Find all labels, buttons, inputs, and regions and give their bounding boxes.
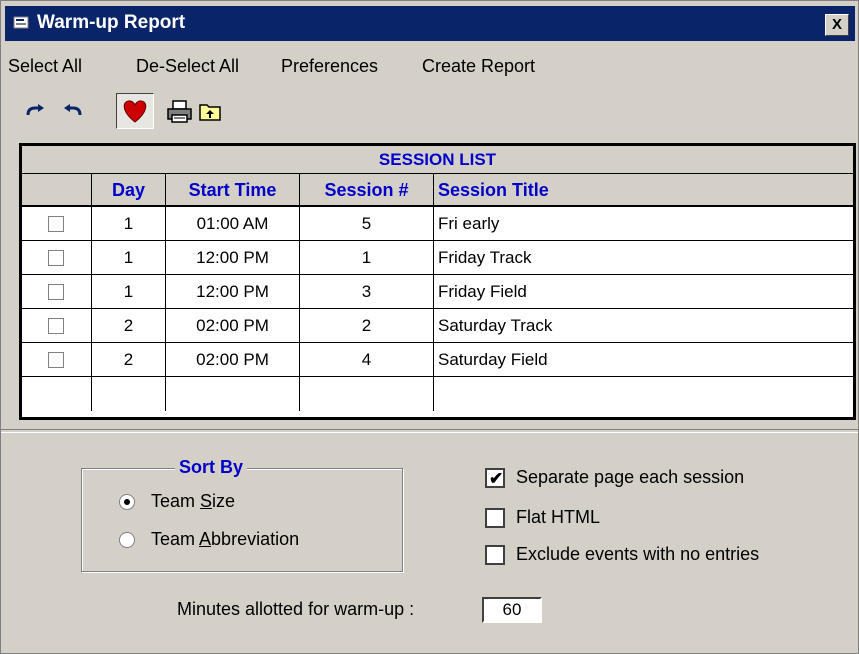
print-icon <box>167 100 192 123</box>
separate-page-label[interactable]: Separate page each session <box>516 467 744 488</box>
cell-session-number: 2 <box>300 309 434 343</box>
cell-start-time: 12:00 PM <box>166 241 300 275</box>
row-checkbox[interactable] <box>48 216 64 232</box>
cell-session-number: 5 <box>300 207 434 241</box>
cell-session-number: 1 <box>300 241 434 275</box>
header-start-time[interactable]: Start Time <box>166 174 300 207</box>
cell-day: 2 <box>92 343 166 377</box>
exclude-empty-label[interactable]: Exclude events with no entries <box>516 544 759 565</box>
exclude-empty-checkbox[interactable] <box>485 545 505 565</box>
print-button[interactable] <box>163 93 195 129</box>
undo-icon <box>64 104 82 116</box>
cell-session-title: Saturday Field <box>434 343 853 377</box>
radio-team-size-label[interactable]: Team Size <box>151 491 235 512</box>
redo-button[interactable] <box>21 93 53 129</box>
minutes-label: Minutes allotted for warm-up : <box>177 599 415 619</box>
window-title: Warm-up Report <box>37 12 186 33</box>
warmup-report-window: Warm-up Report X Select All De-Select Al… <box>0 0 859 654</box>
radio-team-size[interactable] <box>119 494 135 510</box>
separate-page-checkbox[interactable]: ✔ <box>485 468 505 488</box>
row-checkbox[interactable] <box>48 318 64 334</box>
undo-button[interactable] <box>55 93 87 129</box>
empty-row-cell[interactable] <box>92 377 166 411</box>
heart-icon <box>123 100 147 123</box>
cell-start-time: 12:00 PM <box>166 275 300 309</box>
cell-day: 1 <box>92 207 166 241</box>
header-session-number[interactable]: Session # <box>300 174 434 207</box>
menu-select-all[interactable]: Select All <box>8 56 82 77</box>
sort-by-group <box>81 468 403 572</box>
check-mark-icon: ✔ <box>489 469 504 488</box>
header-session-title[interactable]: Session Title <box>434 174 853 207</box>
session-list-title: SESSION LIST <box>22 146 853 174</box>
menu-create-report[interactable]: Create Report <box>422 56 535 77</box>
empty-row-cell[interactable] <box>434 377 853 411</box>
empty-row-cell[interactable] <box>22 377 92 411</box>
table-row-select[interactable] <box>22 241 92 275</box>
cell-day: 1 <box>92 241 166 275</box>
folder-up-icon <box>199 104 221 121</box>
menu-preferences[interactable]: Preferences <box>281 56 378 77</box>
cell-session-title: Saturday Track <box>434 309 853 343</box>
window-icon <box>13 16 29 29</box>
radio-selected-dot <box>124 499 130 505</box>
cell-session-title: Friday Field <box>434 275 853 309</box>
table-row-select[interactable] <box>22 343 92 377</box>
close-button[interactable]: X <box>825 14 849 36</box>
cell-day: 2 <box>92 309 166 343</box>
sort-by-title: Sort By <box>175 457 248 478</box>
cell-session-title: Fri early <box>434 207 853 241</box>
radio-team-abbreviation-label[interactable]: Team Abbreviation <box>151 529 299 550</box>
minutes-input[interactable]: 60 <box>482 597 542 623</box>
cell-session-number: 4 <box>300 343 434 377</box>
row-checkbox[interactable] <box>48 250 64 266</box>
cell-start-time: 02:00 PM <box>166 309 300 343</box>
cell-session-title: Friday Track <box>434 241 853 275</box>
header-day[interactable]: Day <box>92 174 166 207</box>
flat-html-checkbox[interactable] <box>485 508 505 528</box>
table-row-select[interactable] <box>22 309 92 343</box>
favorite-button[interactable] <box>116 93 154 129</box>
folder-up-button[interactable] <box>195 93 227 129</box>
flat-html-label[interactable]: Flat HTML <box>516 507 600 528</box>
row-checkbox[interactable] <box>48 352 64 368</box>
row-checkbox[interactable] <box>48 284 64 300</box>
cell-session-number: 3 <box>300 275 434 309</box>
section-divider <box>1 429 858 433</box>
redo-icon <box>26 104 44 116</box>
radio-team-abbreviation[interactable] <box>119 532 135 548</box>
empty-row-cell[interactable] <box>300 377 434 411</box>
cell-start-time: 01:00 AM <box>166 207 300 241</box>
menu-deselect-all[interactable]: De-Select All <box>136 56 239 77</box>
header-select-column <box>22 174 92 207</box>
cell-day: 1 <box>92 275 166 309</box>
session-list-grid: SESSION LIST Day Start Time Session # Se… <box>19 143 856 420</box>
table-row-select[interactable] <box>22 275 92 309</box>
title-bar[interactable]: Warm-up Report X <box>5 6 855 41</box>
table-row-select[interactable] <box>22 207 92 241</box>
empty-row-cell[interactable] <box>166 377 300 411</box>
toolbar <box>1 93 401 133</box>
cell-start-time: 02:00 PM <box>166 343 300 377</box>
